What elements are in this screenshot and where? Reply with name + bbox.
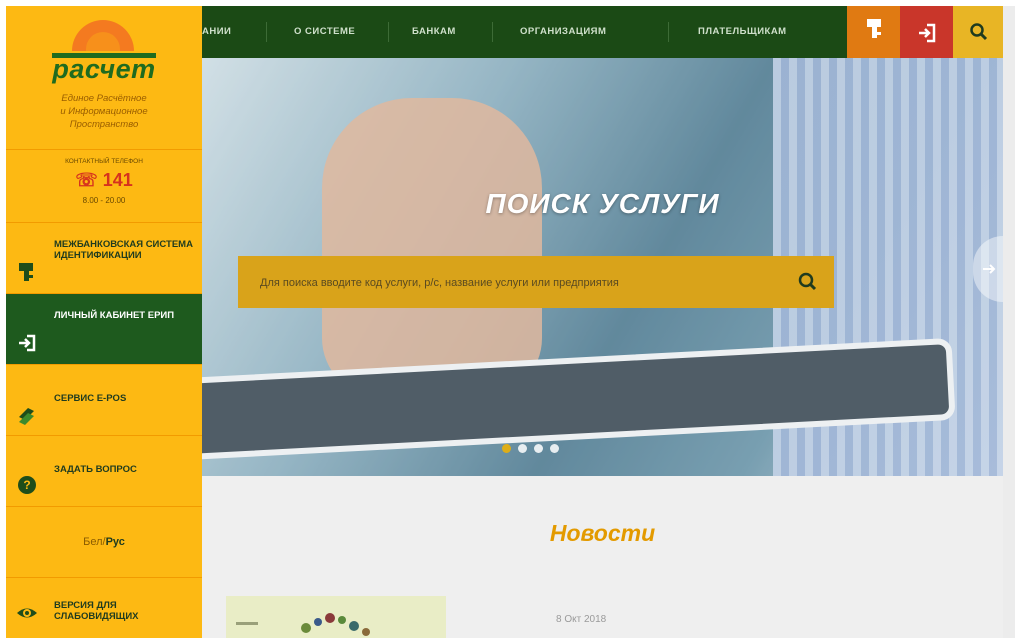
sidebar-item-erip-cabinet[interactable]: ЛИЧНЫЙ КАБИНЕТ ЕРИП xyxy=(6,294,202,365)
service-search-input[interactable] xyxy=(258,270,782,296)
arrow-right-icon xyxy=(983,264,996,274)
question-icon: ? xyxy=(18,476,36,494)
sidebar-item-epos[interactable]: СЕРВИС E-POS xyxy=(6,365,202,436)
nav-item-about[interactable]: О СИСТЕМЕ xyxy=(294,6,355,58)
phone-caption: контактный телефон xyxy=(65,158,143,165)
nav-separator xyxy=(492,22,493,42)
carousel-dot[interactable] xyxy=(518,444,527,453)
logo-tagline-line: и Информационное xyxy=(60,106,148,117)
nav-item-banks[interactable]: БАНКАМ xyxy=(412,6,456,58)
sidebar-item-ask-question[interactable]: ЗАДАТЬ ВОПРОС ? xyxy=(6,436,202,507)
search-button[interactable] xyxy=(953,6,1003,58)
nav-item-companies[interactable]: АНИИ xyxy=(202,6,231,58)
epos-icon xyxy=(19,408,34,425)
language-switcher: Бел/Рус xyxy=(6,507,202,578)
lang-rus[interactable]: Рус xyxy=(106,536,125,548)
sidebar-item-label: ЗАДАТЬ ВОПРОС xyxy=(54,464,137,475)
eye-icon xyxy=(17,608,37,618)
sidebar-item-accessibility[interactable]: ВЕРСИЯ ДЛЯ СЛАБОВИДЯЩИХ xyxy=(6,578,202,638)
nav-separator xyxy=(668,22,669,42)
phone-hours: 8.00 - 20.00 xyxy=(82,196,126,205)
news-title: Новости xyxy=(549,520,656,546)
logo-sun-icon xyxy=(72,20,134,51)
hero-banner: ПОИСК УСЛУГИ xyxy=(202,58,1003,476)
page: расчет Единое Расчётное и Информационное… xyxy=(0,0,1015,638)
logo-tagline: Единое Расчётное и Информационное Простр… xyxy=(6,92,202,131)
phone-icon: ☏ xyxy=(75,170,103,190)
carousel-dot[interactable] xyxy=(534,444,543,453)
nav-separator xyxy=(388,22,389,42)
carousel-indicators xyxy=(502,440,566,458)
hero-title: ПОИСК УСЛУГИ xyxy=(485,188,720,219)
nav-separator xyxy=(266,22,267,42)
news-thumbnail-image xyxy=(236,613,370,636)
contact-phone-block: контактный телефон ☏ 141 8.00 - 20.00 xyxy=(6,150,202,223)
top-navigation: АНИИ О СИСТЕМЕ БАНКАМ ОРГАНИЗАЦИЯМ ПЛАТЕ… xyxy=(202,6,847,58)
mci-button[interactable] xyxy=(847,6,900,58)
page-right-edge xyxy=(1003,6,1015,638)
sidebar-item-label: МЕЖБАНКОВСКАЯ СИСТЕМА ИДЕНТИФИКАЦИИ xyxy=(54,239,193,261)
search-icon[interactable] xyxy=(792,266,824,298)
nav-item-payers[interactable]: ПЛАТЕЛЬЩИКАМ xyxy=(698,6,787,58)
logo-tagline-line: Пространство xyxy=(69,119,139,130)
sidebar-item-label: СЕРВИС E-POS xyxy=(54,393,127,404)
sidebar-item-label: ЛИЧНЫЙ КАБИНЕТ ЕРИП xyxy=(54,310,175,321)
sidebar-item-mci[interactable]: МЕЖБАНКОВСКАЯ СИСТЕМА ИДЕНТИФИКАЦИИ xyxy=(6,223,202,294)
key-icon xyxy=(19,263,33,281)
service-search xyxy=(238,256,834,308)
login-icon xyxy=(19,334,36,352)
key-icon xyxy=(867,19,881,38)
sidebar: расчет Единое Расчётное и Информационное… xyxy=(6,6,202,638)
search-icon xyxy=(970,23,988,41)
news-section: Новости 8 Окт 2018 xyxy=(202,476,1003,638)
phone-number[interactable]: ☏ 141 xyxy=(6,170,202,191)
lang-bel[interactable]: Бел xyxy=(83,536,102,548)
news-date: 8 Окт 2018 xyxy=(556,614,607,625)
svg-text:?: ? xyxy=(23,478,30,492)
logo-tagline-line: Единое Расчётное xyxy=(61,93,147,104)
nav-item-organizations[interactable]: ОРГАНИЗАЦИЯМ xyxy=(520,6,606,58)
carousel-dot[interactable] xyxy=(550,444,559,453)
news-thumbnail[interactable] xyxy=(226,596,446,638)
logo[interactable]: расчет Единое Расчётное и Информационное… xyxy=(6,6,202,150)
sidebar-item-label: ВЕРСИЯ ДЛЯ СЛАБОВИДЯЩИХ xyxy=(54,600,139,622)
phone-number-value: 141 xyxy=(102,170,133,190)
login-button[interactable] xyxy=(900,6,953,58)
logo-text: расчет xyxy=(52,54,156,84)
login-icon xyxy=(919,23,936,43)
carousel-dot[interactable] xyxy=(502,444,511,453)
